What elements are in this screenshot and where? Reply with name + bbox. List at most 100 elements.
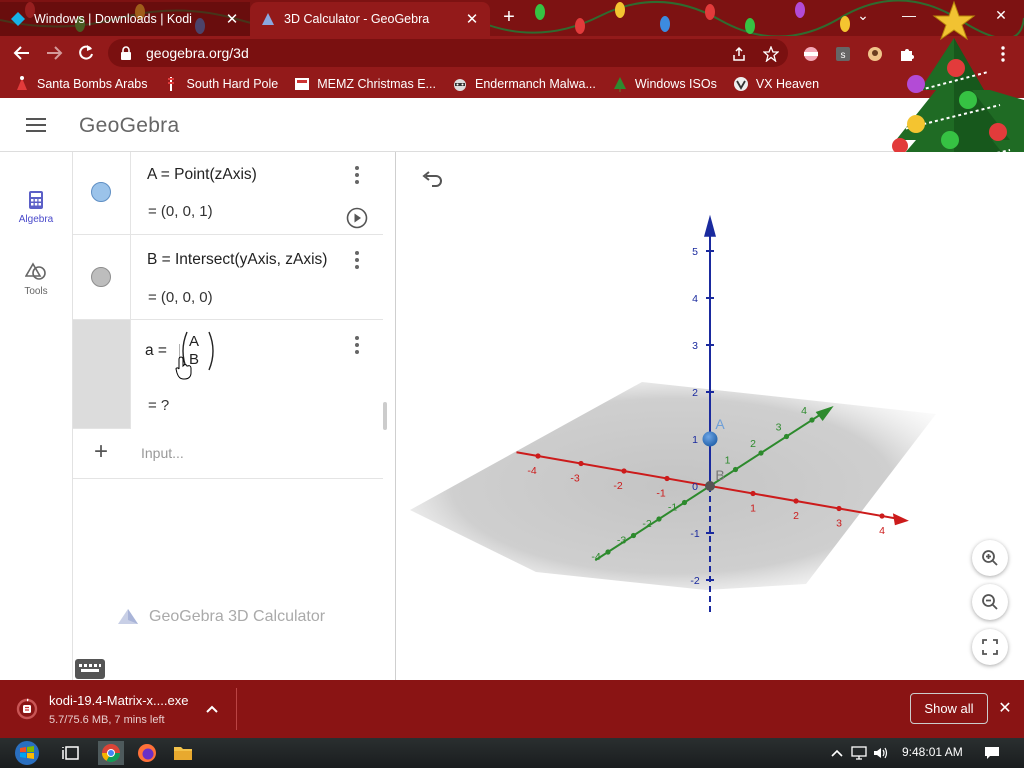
definition-b[interactable]: B = Intersect(yAxis, zAxis)	[147, 251, 327, 269]
address-bar[interactable]: geogebra.org/3d	[108, 39, 788, 67]
share-icon[interactable]	[730, 45, 748, 63]
x-tick-label: -2	[613, 480, 622, 492]
graphics-3d-view[interactable]: -4 -3 -2 -1 1 2 3 4 -4 -3 -2 -1 1 2 3 4 5 4 3 2 1 0 -1 -2 B A	[396, 152, 1024, 680]
input-placeholder[interactable]: Input...	[141, 445, 184, 461]
x-tick-label: 4	[879, 525, 885, 537]
bookmark-endermanch[interactable]: Endermanch Malwa...	[452, 76, 596, 92]
back-button[interactable]	[10, 41, 34, 65]
left-rail: Algebra Tools	[0, 152, 72, 680]
x-tick-label: -4	[527, 465, 536, 477]
chevron-up-icon[interactable]	[204, 701, 220, 717]
y-tick-mark	[656, 516, 662, 522]
z-tick-label: 5	[692, 246, 698, 258]
y-tick-mark	[732, 466, 739, 473]
brand-text: GeoGebra 3D Calculator	[149, 608, 326, 625]
z-tick-label: -1	[690, 528, 699, 540]
back-arrow-icon	[13, 46, 29, 60]
windows-taskbar: 9:48:01 AM	[0, 738, 1024, 768]
zoom-in-icon	[982, 550, 998, 566]
visibility-toggle-b[interactable]	[91, 267, 111, 287]
3d-scene[interactable]: -4 -3 -2 -1 1 2 3 4 -4 -3 -2 -1 1 2 3 4 5 4 3 2 1 0 -1 -2 B A	[396, 152, 1024, 680]
bookmark-santa-bombs[interactable]: Santa Bombs Arabs	[14, 76, 147, 92]
algebra-scrollbar[interactable]	[383, 402, 387, 430]
s-extension-icon[interactable]: s	[834, 45, 852, 63]
close-download-bar-icon[interactable]: ✕	[996, 700, 1014, 718]
tray-chevron-up-icon[interactable]	[828, 745, 846, 761]
algebra-input-row[interactable]: + Input...	[73, 429, 383, 479]
action-center-icon[interactable]	[982, 745, 1002, 761]
bookmark-star-icon[interactable]	[762, 45, 780, 63]
bookmark-vx-heaven[interactable]: VX Heaven	[733, 76, 819, 92]
rail-label: Algebra	[18, 214, 54, 225]
definition-a[interactable]: A = Point(zAxis)	[147, 166, 257, 184]
screen: Windows | Downloads | Kodi ✕ 3D Calculat…	[0, 0, 1024, 768]
x-tick-mark	[535, 453, 541, 459]
rail-algebra[interactable]: Algebra	[0, 190, 72, 225]
chrome-taskbar-icon[interactable]	[98, 741, 124, 765]
bookmark-label: VX Heaven	[755, 77, 820, 91]
visibility-toggle-a[interactable]	[91, 182, 111, 202]
close-tab-icon[interactable]: ✕	[224, 11, 240, 28]
y-tick-label: 2	[750, 438, 756, 450]
network-icon[interactable]	[850, 745, 868, 761]
taskbar-clock[interactable]: 9:48:01 AM	[902, 745, 963, 759]
url-text: geogebra.org/3d	[146, 45, 249, 61]
download-progress-icon[interactable]	[16, 698, 38, 720]
close-tab-icon[interactable]: ✕	[464, 11, 480, 28]
bookmark-south-hard-pole[interactable]: South Hard Pole	[163, 76, 278, 92]
y-tick-label: -1	[668, 502, 677, 514]
rail-tools[interactable]: Tools	[0, 262, 72, 297]
show-all-button[interactable]: Show all	[910, 693, 988, 724]
point-b-label: B	[715, 467, 724, 483]
value-a: = (0, 0, 1)	[148, 203, 213, 220]
row-menu-icon[interactable]	[353, 166, 361, 184]
play-animation-icon[interactable]	[346, 207, 368, 229]
x-tick-mark	[879, 513, 885, 519]
z-tick-label: 2	[692, 387, 698, 399]
x-tick-label: 1	[750, 503, 756, 515]
zoom-in-button[interactable]	[972, 540, 1008, 576]
y-tick-mark	[630, 532, 637, 539]
memz-icon	[294, 76, 310, 92]
volume-icon[interactable]	[872, 745, 890, 761]
vx-icon	[733, 76, 749, 92]
add-item-icon[interactable]: +	[91, 440, 111, 464]
algebra-row-a[interactable]: A = Point(zAxis) = (0, 0, 1)	[73, 152, 383, 235]
y-tick-label: -3	[617, 535, 626, 547]
flag-extension-icon[interactable]	[802, 45, 820, 63]
hamburger-menu-icon[interactable]	[26, 118, 46, 132]
z-axis-arrow	[704, 214, 716, 237]
start-button[interactable]	[10, 741, 44, 765]
row-menu-icon[interactable]	[353, 251, 361, 269]
forward-button[interactable]	[42, 41, 66, 65]
fullscreen-button[interactable]	[972, 629, 1008, 665]
y-tick-label: 3	[776, 422, 782, 434]
bookmark-windows-isos[interactable]: Windows ISOs	[612, 76, 717, 92]
y-tick-mark	[809, 417, 815, 423]
bookmark-memz[interactable]: MEMZ Christmas E...	[294, 76, 436, 92]
row-menu-icon[interactable]	[353, 336, 361, 354]
task-view-icon[interactable]	[58, 741, 84, 765]
download-filename[interactable]: kodi-19.4-Matrix-x....exe	[49, 693, 188, 708]
algebra-row-b[interactable]: B = Intersect(yAxis, zAxis) = (0, 0, 0)	[73, 235, 383, 320]
tab-geogebra[interactable]: 3D Calculator - GeoGebra ✕	[250, 2, 490, 36]
new-tab-button[interactable]: +	[498, 7, 520, 28]
reload-button[interactable]	[74, 41, 98, 65]
zoom-out-button[interactable]	[972, 584, 1008, 620]
calculator-icon	[0, 190, 72, 210]
z-tick-label: 0	[692, 481, 698, 493]
shapes-icon	[0, 262, 72, 282]
bookmark-label: MEMZ Christmas E...	[317, 77, 436, 91]
y-tick-label: -2	[642, 518, 651, 530]
tree-icon	[612, 76, 628, 92]
virtual-keyboard-icon[interactable]	[75, 659, 105, 679]
fullscreen-icon	[982, 639, 998, 655]
algebra-row-vector-a[interactable]: a = A B = ?	[73, 320, 383, 429]
file-explorer-taskbar-icon[interactable]	[170, 741, 196, 765]
y-tick-mark	[783, 433, 790, 440]
firefox-taskbar-icon[interactable]	[134, 741, 160, 765]
tab-kodi[interactable]: Windows | Downloads | Kodi ✕	[0, 2, 250, 36]
lock-icon	[120, 46, 134, 60]
bookmark-label: Endermanch Malwa...	[474, 77, 596, 91]
point-a-label: A	[715, 416, 725, 432]
